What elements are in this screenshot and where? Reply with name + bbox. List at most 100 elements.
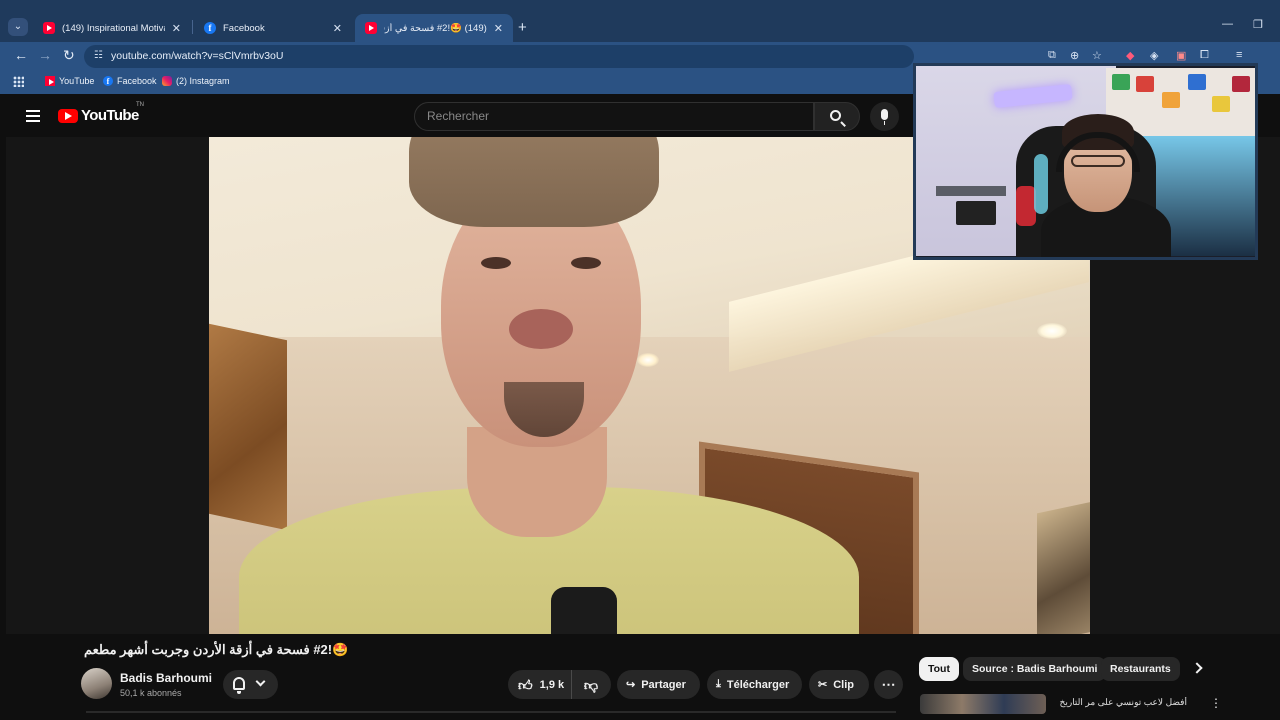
bookmark-label: (2) Instagram (176, 76, 230, 86)
new-tab-button[interactable]: + (518, 19, 527, 36)
video-person-eye (481, 257, 511, 269)
tab-active-video[interactable]: (149) 🤩!#2 فسحة في أزقة الأرد ✕ (355, 14, 513, 42)
thumbs-up-icon: 👍︎ (518, 676, 533, 693)
zoom-icon[interactable]: ⊕ (1070, 49, 1079, 62)
tab-title: (149) Inspirational Motivational (62, 22, 165, 34)
video-person-eye (571, 257, 601, 269)
facecam-monitor (956, 201, 996, 225)
scissors-icon: ✂ (818, 679, 828, 691)
share-icon: ↪ (626, 679, 636, 691)
extensions-puzzle-icon[interactable]: ⧠ (1200, 49, 1209, 62)
facecam-ring-light (1034, 154, 1048, 214)
shelf-item (1188, 74, 1206, 90)
youtube-icon (43, 22, 55, 34)
close-tab-icon[interactable]: ✕ (494, 22, 503, 35)
video-title: 🤩!#2 فسحة في أزقة الأردن وجربت أشهر مطعم (84, 642, 349, 657)
bookmark-instagram[interactable]: (2) Instagram (162, 76, 230, 86)
youtube-logo[interactable]: YouTube TN (58, 102, 144, 124)
video-person-mouth (509, 309, 573, 349)
bookmark-label: YouTube (59, 76, 95, 86)
divider (86, 711, 896, 713)
chip-restaurants[interactable]: Restaurants (1101, 657, 1180, 681)
youtube-icon (45, 76, 55, 86)
like-count: 1,9 k (539, 678, 565, 691)
facecam-overlay (913, 63, 1258, 260)
download-label: Télécharger (726, 678, 790, 691)
channel-name[interactable]: Badis Barhoumi (120, 671, 212, 685)
chip-all[interactable]: Tout (919, 657, 959, 681)
shelf-item (1136, 76, 1154, 92)
minimize-icon[interactable]: — (1222, 18, 1233, 30)
facebook-icon: f (204, 22, 216, 34)
instagram-icon (162, 76, 172, 86)
microphone-icon (881, 109, 888, 125)
tab-divider (192, 20, 193, 34)
bookmark-youtube[interactable]: YouTube (45, 76, 94, 86)
subscriber-count: 50,1 k abonnés (120, 688, 182, 698)
video-lapel-mic (551, 587, 617, 634)
like-dislike-group: 👍︎ 1,9 k 👎︎ (508, 670, 611, 699)
chevron-down-icon (255, 676, 266, 687)
reading-list-icon[interactable]: ≡ (1236, 49, 1242, 61)
share-button[interactable]: ↪ Partager (617, 670, 700, 699)
address-bar[interactable]: ☷ youtube.com/watch?v=sClVmrbv3oU (84, 45, 914, 68)
close-tab-icon[interactable]: ✕ (172, 22, 181, 35)
search-button[interactable] (814, 102, 860, 131)
download-icon: ⤓ (716, 678, 721, 690)
browser-tabstrip: ⌄ (149) Inspirational Motivational ✕ f F… (0, 0, 1280, 42)
bell-icon (233, 677, 245, 694)
shelf-item (1112, 74, 1130, 90)
clip-button[interactable]: ✂ Clip (809, 670, 869, 699)
site-info-icon[interactable]: ☷ (94, 50, 103, 61)
video-wall-painting (209, 323, 287, 531)
search-icon (830, 110, 841, 121)
voice-search-button[interactable] (870, 102, 899, 131)
subscription-bell-button[interactable] (223, 670, 278, 699)
tab-search-button[interactable]: ⌄ (8, 18, 28, 36)
facecam-wall-shelf (936, 186, 1006, 196)
forward-icon[interactable]: → (38, 47, 52, 63)
tab-title: Facebook (223, 22, 265, 34)
video-person-cap (409, 137, 659, 227)
url-text: youtube.com/watch?v=sClVmrbv3oU (111, 50, 284, 62)
recommendation-thumbnail[interactable] (920, 694, 1046, 714)
clip-label: Clip (833, 678, 854, 691)
thumbs-down-icon: 👎︎ (583, 676, 599, 693)
tab-title: (149) 🤩!#2 فسحة في أزقة الأرد (384, 22, 487, 34)
close-tab-icon[interactable]: ✕ (333, 22, 342, 35)
video-ceiling-light (637, 353, 659, 367)
reload-icon[interactable]: ↻ (63, 47, 75, 64)
bookmark-facebook[interactable]: f Facebook (103, 76, 157, 86)
menu-icon[interactable] (26, 110, 40, 122)
shelf-item (1162, 92, 1180, 108)
search-input[interactable]: Rechercher (414, 102, 814, 131)
download-button[interactable]: ⤓ Télécharger (707, 670, 802, 699)
shelf-item (1212, 96, 1230, 112)
gaming-chair-accent (1016, 186, 1036, 226)
like-button[interactable]: 👍︎ 1,9 k (508, 670, 572, 699)
more-actions-button[interactable]: ⋯ (874, 670, 903, 699)
recommendation-title[interactable]: أفضل لاعب تونسي على مر التاريخ (1052, 697, 1187, 708)
dislike-button[interactable]: 👎︎ (572, 670, 610, 699)
video-ceiling-light (1037, 323, 1067, 339)
tab-inspirational[interactable]: (149) Inspirational Motivational ✕ (33, 14, 191, 42)
bookmark-label: Facebook (117, 76, 157, 86)
tab-facebook[interactable]: f Facebook ✕ (194, 14, 352, 42)
bookmark-star-icon[interactable]: ☆ (1092, 49, 1102, 62)
youtube-play-icon (58, 108, 78, 123)
streamer-glasses (1071, 155, 1125, 167)
channel-avatar[interactable] (81, 668, 112, 699)
youtube-icon (365, 22, 377, 34)
apps-grid-icon[interactable] (13, 76, 24, 87)
extension-icon[interactable]: ▣ (1176, 49, 1186, 62)
country-code: TN (136, 102, 144, 108)
back-icon[interactable]: ← (14, 47, 28, 63)
cast-icon[interactable]: ⧉ (1048, 49, 1056, 62)
restore-icon[interactable]: ❐ (1253, 18, 1263, 31)
recommendation-menu-icon[interactable]: ⋮ (1210, 696, 1222, 710)
chip-source-channel[interactable]: Source : Badis Barhoumi (963, 657, 1107, 681)
facebook-icon: f (103, 76, 113, 86)
extension-icon[interactable]: ◆ (1126, 49, 1134, 62)
shelf-item (1232, 76, 1250, 92)
extension-icon[interactable]: ◈ (1150, 49, 1158, 62)
